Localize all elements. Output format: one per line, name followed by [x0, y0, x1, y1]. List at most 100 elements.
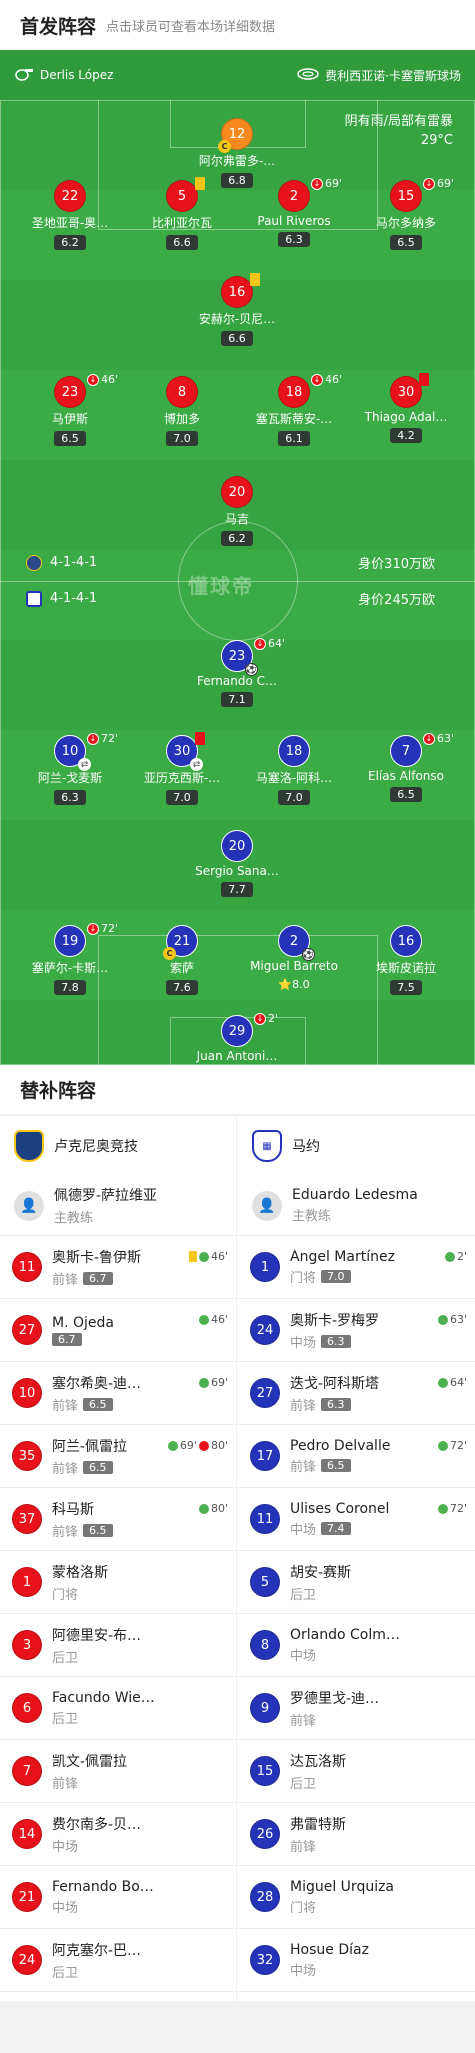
shirt-number: 8	[250, 1630, 280, 1660]
shirt-number: 15	[250, 1756, 280, 1786]
shirt-number: 1	[12, 1567, 42, 1597]
player-rating: 7.5	[390, 980, 422, 995]
stadium-name: 费利西亚诺·卡塞雷斯球场	[325, 68, 461, 83]
bench-player-row[interactable]: 26 弗雷特斯 前锋	[238, 1803, 475, 1866]
bench-player-row[interactable]: 32 Hosue Díaz 中场	[238, 1929, 475, 1992]
player-home[interactable]: 22 圣地亚哥-奥… 6.2	[15, 180, 125, 250]
bench-player-row[interactable]: 11 Ulises Coronel 中场 7.4 72'	[238, 1488, 475, 1551]
bench-player-row[interactable]: 1 蒙格洛斯门将	[0, 1551, 236, 1614]
bench-player-row[interactable]: 24 阿克塞尔-巴… 后卫	[0, 1929, 236, 1992]
position-label: 后卫	[52, 1711, 79, 1727]
position-label: 中场	[290, 1522, 317, 1538]
bench-player-row[interactable]: 15 达瓦洛斯 后卫	[238, 1740, 475, 1803]
player-rating: 6.5	[83, 1460, 113, 1474]
away-formation: 4-1-4-1	[50, 591, 98, 606]
player-home[interactable]: 30 Thiago Adal… 4.2	[351, 373, 461, 443]
player-away[interactable]: 16 埃斯皮诺拉 7.5	[351, 925, 461, 995]
player-away[interactable]: 7 ↓ 63' Elías Alfonso 6.5	[351, 732, 461, 802]
bench-player-row[interactable]: 28 Miguel Urquiza 门将	[238, 1866, 475, 1929]
bench-player-row[interactable]: 37 科马斯 前锋 6.5 80'	[0, 1488, 236, 1551]
bench-player-row[interactable]: 27 迭戈-阿科斯塔 前锋 6.3 64'	[238, 1362, 475, 1425]
player-name: 安赫尔-贝尼…	[198, 312, 276, 326]
shirt-number: 29	[221, 1015, 253, 1047]
position-label: 门将	[52, 1587, 79, 1603]
player-name: Fernando C…	[196, 674, 278, 688]
bench-player-row[interactable]: 6 Facundo Wie… 后卫	[0, 1677, 236, 1740]
player-name: Elías Alfonso	[368, 769, 444, 783]
player-name: Hosue Díaz	[290, 1941, 369, 1958]
bench-player-row[interactable]: 9 罗德里戈-迪… 前锋	[238, 1677, 475, 1740]
player-away[interactable]: 30 ⇄ 亚历克西斯-… 7.0	[127, 732, 237, 805]
bench-player-row[interactable]: 1 Ángel Martínez 门将 7.0 2'	[238, 1236, 475, 1299]
bench-player-row[interactable]: 10 塞尔希奥-迪… 前锋 6.5 69'	[0, 1362, 236, 1425]
away-team-name: 马约	[292, 1139, 320, 1155]
sub-event: 46'	[198, 1313, 228, 1326]
player-away[interactable]: 18 马塞洛-阿科… 7.0	[239, 735, 349, 805]
bench-player-row[interactable]: 3 阿德里安-布… 后卫	[0, 1614, 236, 1677]
position-label: 后卫	[290, 1587, 317, 1603]
player-rating: 6.2	[54, 235, 86, 250]
player-position: 前锋	[290, 1710, 410, 1729]
player-home[interactable]: 15 ↓ 69' 马尔多纳多 6.5	[351, 177, 461, 250]
player-away[interactable]: 2 ⚽ Miguel Barreto ⭐8.0	[239, 925, 349, 992]
player-position: 门将 7.0	[290, 1267, 410, 1286]
player-home[interactable]: 2 ↓ 69' Paul Riveros 6.3	[239, 177, 349, 247]
away-bench: ▦ 马约 👤 Eduardo Ledesma 主教练 1 Ángel Martín…	[238, 1116, 475, 2001]
bench-player-row[interactable]: 11 奥斯卡-鲁伊斯 前锋 6.7 46'	[0, 1236, 236, 1299]
away-value: 身价245万欧	[358, 593, 435, 608]
bench-player-row[interactable]: 5 胡安-赛斯 后卫	[238, 1551, 475, 1614]
captain-icon: C	[163, 947, 176, 960]
shirt-number: 15	[390, 180, 422, 212]
player-home[interactable]: 20 马吉 6.2	[182, 476, 292, 546]
sub-off-icon: ↓	[87, 373, 99, 386]
away-team-header[interactable]: ▦ 马约	[238, 1116, 475, 1176]
bench-player-row[interactable]: 14 费尔南多-贝… 中场	[0, 1803, 236, 1866]
player-away[interactable]: 19 ↓ 72' 塞萨尔-卡斯… 7.8	[15, 922, 125, 995]
player-info: 胡安-赛斯 后卫	[290, 1562, 410, 1603]
away-coach[interactable]: 👤 Eduardo Ledesma 主教练	[238, 1176, 475, 1236]
player-away[interactable]: 29 ↓ 2' Juan Antoni…	[182, 1012, 292, 1063]
home-team-header[interactable]: 卢克尼奥竞技	[0, 1116, 236, 1176]
bench-player-row[interactable]: 27 M. Ojeda 6.7 46'	[0, 1299, 236, 1362]
bench-player-row[interactable]: 7 凯文-佩雷拉 前锋	[0, 1740, 236, 1803]
player-info: 迭戈-阿科斯塔 前锋 6.3	[290, 1373, 410, 1414]
player-home[interactable]: 5 比利亚尔瓦 6.6	[127, 177, 237, 250]
player-home[interactable]: 8 博加多 7.0	[127, 376, 237, 446]
player-rating: 6.6	[221, 331, 253, 346]
sub-time: 80'	[210, 1502, 228, 1515]
sub-off-time: ↓ 46'	[87, 373, 118, 386]
bench-player-row[interactable]: 8 Orlando Colm… 中场	[238, 1614, 475, 1677]
player-name: 阿尔弗雷多-…	[198, 154, 276, 168]
player-away[interactable]: 21 C 索萨 7.6	[127, 925, 237, 995]
player-position: 前锋 6.5	[52, 1521, 172, 1540]
sub-off-time: ↓ 64'	[254, 637, 285, 650]
player-away[interactable]: 23 ⚽ ↓ 64' Fernando C… 7.1	[182, 637, 292, 707]
shirt-number: 18	[278, 735, 310, 767]
home-coach[interactable]: 👤 佩德罗-萨拉维亚 主教练	[0, 1176, 236, 1236]
position-label: 中场	[52, 1839, 79, 1855]
player-away[interactable]: 20 Sergio Sana… 7.7	[182, 830, 292, 897]
sub-time: 2'	[268, 1012, 279, 1025]
player-info: 阿兰-佩雷拉 前锋 6.5	[52, 1436, 172, 1477]
shirt-number: 16	[221, 273, 260, 308]
player-name: 埃斯皮诺拉	[375, 961, 436, 975]
bench-player-row[interactable]: 24 奥斯卡-罗梅罗 中场 6.3 63'	[238, 1299, 475, 1362]
pitch: 懂球帝 Derlis López 费利西亚诺·卡塞雷斯球场 阴有雨/局部有雷暴 …	[0, 50, 475, 1065]
player-home[interactable]: 18 ↓ 46' 塞瓦斯蒂安-… 6.1	[239, 373, 349, 446]
shirt-number: 11	[12, 1252, 42, 1282]
player-rating: 6.7	[52, 1332, 82, 1346]
player-name: 阿兰-佩雷拉	[52, 1438, 128, 1455]
player-away[interactable]: 10 ⇄ ↓ 72' 阿兰-戈麦斯 6.3	[15, 732, 125, 805]
bench-player-row[interactable]: 17 Pedro Delvalle 前锋 6.5 72'	[238, 1425, 475, 1488]
weather-text: 阴有雨/局部有雷暴	[344, 114, 453, 129]
player-home[interactable]: 23 ↓ 46' 马伊斯 6.5	[15, 373, 125, 446]
bench-player-row[interactable]: 21 Fernando Bo… 中场	[0, 1866, 236, 1929]
player-rating: 6.5	[83, 1523, 113, 1537]
player-name: 蒙格洛斯	[52, 1564, 108, 1581]
bench-player-row[interactable]: 35 阿兰-佩雷拉 前锋 6.5 69' 80'	[0, 1425, 236, 1488]
position-label: 前锋	[290, 1713, 317, 1729]
position-label: 前锋	[290, 1839, 317, 1855]
player-position: 前锋 6.7	[52, 1269, 172, 1288]
sub-time: 2'	[456, 1250, 467, 1263]
player-home[interactable]: 16 安赫尔-贝尼… 6.6	[182, 273, 292, 346]
